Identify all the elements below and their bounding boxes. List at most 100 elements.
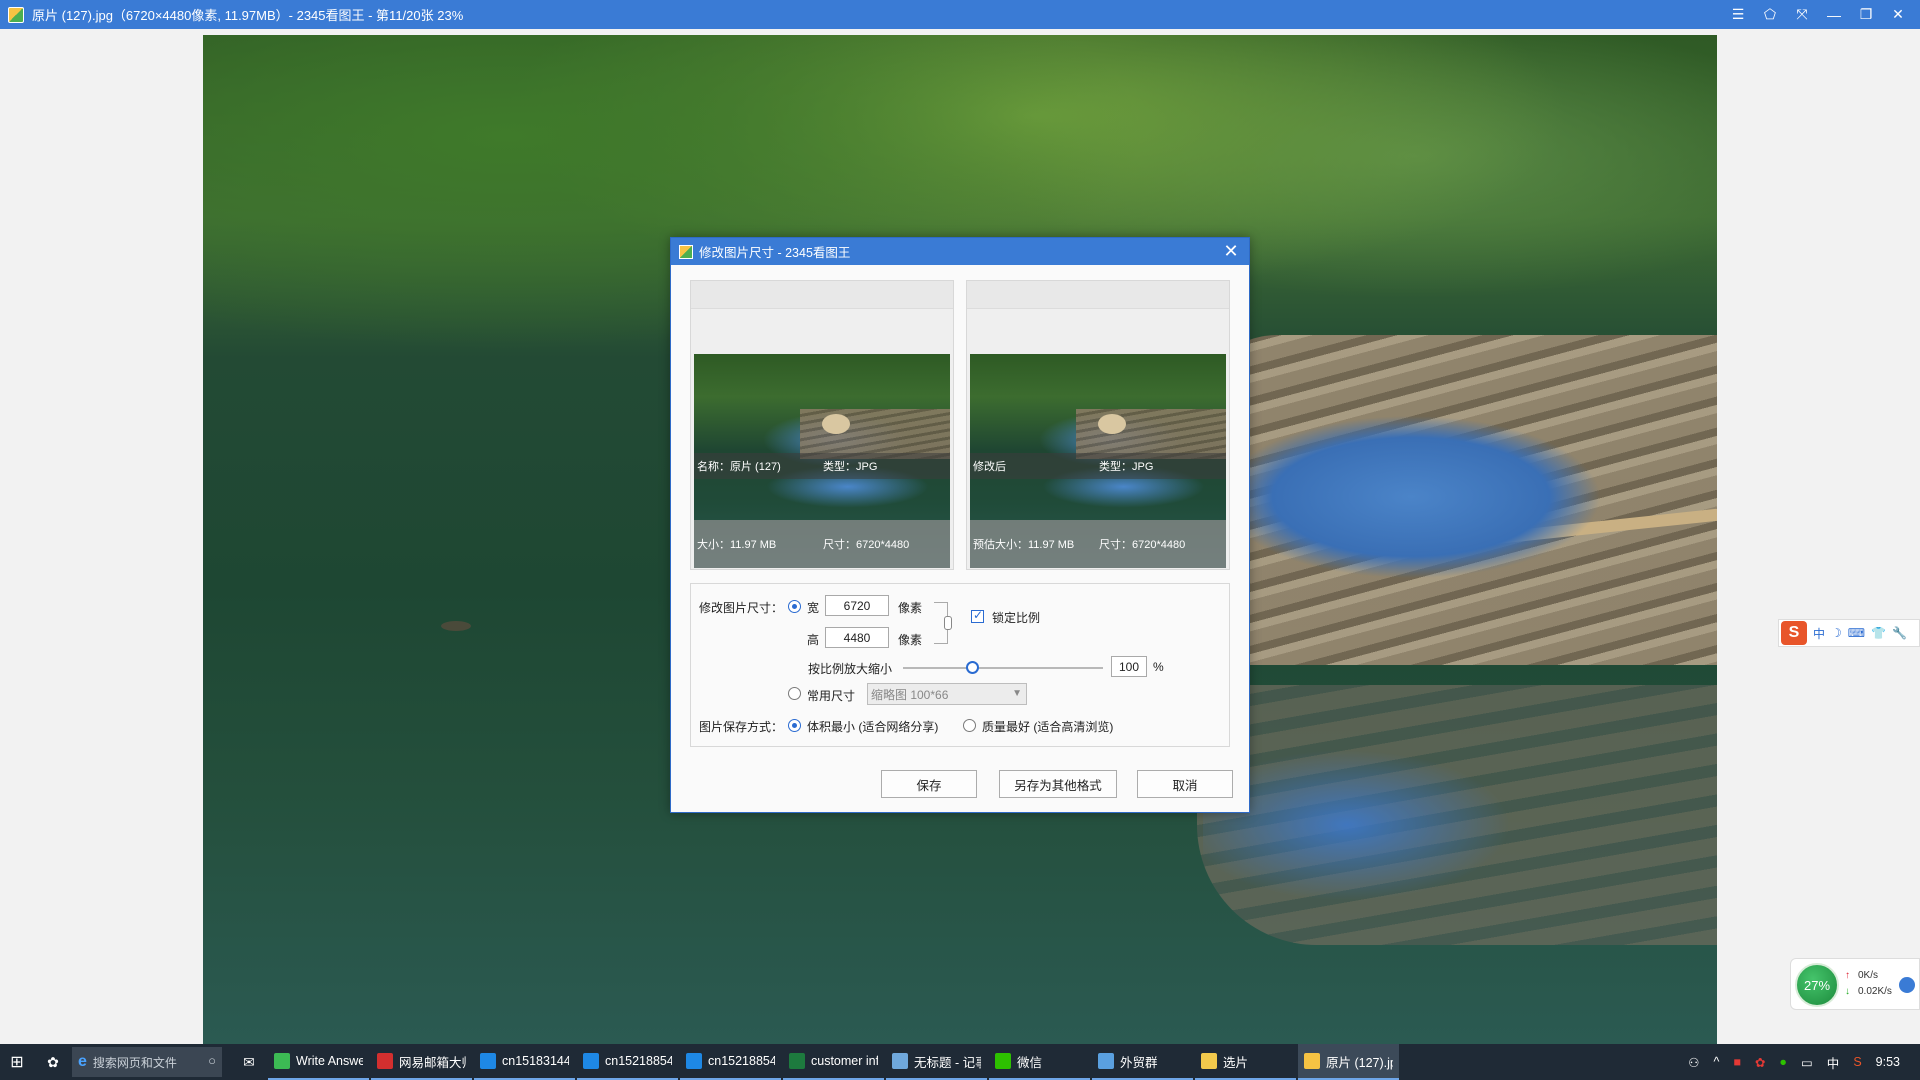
save-mode-quality-radio[interactable] (963, 719, 976, 732)
modified-info-bar: 修改后 类型：JPG (970, 453, 1226, 479)
taskbar: ⊞ ✿ e 搜索网页和文件 ○ ✉ Write Answer... 网易邮箱大师 c… (0, 1044, 1920, 1080)
resize-dialog: 修改图片尺寸 - 2345看图王 ✕ 名称：原片 (127) 类型：JPG 大小… (670, 237, 1250, 813)
speedup-icon[interactable] (1899, 977, 1915, 993)
mail-app-tray-icon[interactable]: ■ (1733, 1055, 1741, 1069)
clock[interactable]: 9:53 (1876, 1055, 1900, 1069)
app-icon (789, 1053, 805, 1069)
taskbar-apps: Write Answer... 网易邮箱大师 cn151831447... cn152… (268, 1044, 1401, 1080)
memory-usage-ball[interactable]: 27% (1795, 963, 1839, 1007)
fullscreen-icon[interactable]: ⤧ (1786, 0, 1818, 29)
network-monitor[interactable]: 27% ↑ 0K/s ↓ 0.02K/s (1790, 958, 1920, 1010)
lock-ratio-checkbox[interactable] (971, 608, 984, 623)
preview-header (967, 281, 1229, 309)
common-size-select[interactable]: 缩略图 100*66 ▼ (867, 683, 1027, 705)
moon-icon[interactable]: ☽ (1831, 626, 1842, 640)
original-name: 名称：原片 (127) (697, 461, 781, 473)
app-icon (583, 1053, 599, 1069)
taskbar-app[interactable]: Write Answer... (268, 1044, 369, 1080)
resize-by-pixels-radio[interactable] (788, 600, 801, 613)
ime-toolbar[interactable]: S 中 ☽ ⌨ 👕 🔧 (1778, 619, 1920, 647)
skin-icon[interactable]: ⬠ (1754, 0, 1786, 29)
taskbar-app[interactable]: 原片 (127).jpg... (1298, 1044, 1399, 1080)
app-icon (480, 1053, 496, 1069)
tray-expand-icon[interactable]: ^ (1714, 1055, 1720, 1069)
height-input[interactable]: 4480 (825, 627, 889, 648)
scale-label: 按比例放大缩小 (808, 662, 893, 676)
sogou-tray-icon[interactable]: S (1853, 1055, 1861, 1069)
skin-shirt-icon[interactable]: 👕 (1871, 626, 1886, 640)
taskbar-app[interactable]: 选片 (1195, 1044, 1296, 1080)
scale-unit: % (1153, 660, 1164, 674)
wrench-icon[interactable]: 🔧 (1892, 626, 1907, 640)
modified-size-bar: 预估大小：11.97 MB 尺寸：6720*4480 (970, 520, 1226, 568)
window-title: 原片 (127).jpg（6720×4480像素, 11.97MB）- 2345… (32, 8, 464, 23)
thumb-raft (800, 409, 950, 459)
minimize-icon[interactable]: — (1818, 0, 1850, 29)
network-icon[interactable]: ▭ (1801, 1055, 1813, 1070)
save-mode-label: 图片保存方式： (699, 720, 784, 734)
taskbar-app-label: cn151831447... (502, 1054, 569, 1068)
taskbar-app[interactable]: cn152188549... (680, 1044, 781, 1080)
app-icon (995, 1053, 1011, 1069)
taskbar-app-label: 微信 (1017, 1055, 1043, 1070)
tray-app-icon[interactable]: ✿ (1755, 1055, 1765, 1070)
sogou-logo-icon[interactable]: S (1781, 621, 1807, 645)
mail-icon[interactable]: ✉ (230, 1044, 268, 1080)
taskbar-app[interactable]: 网易邮箱大师 (371, 1044, 472, 1080)
ime-lang-tray[interactable]: 中 (1827, 1053, 1840, 1072)
chevron-down-icon: ▼ (1012, 688, 1022, 699)
scale-slider-knob[interactable] (966, 661, 979, 674)
download-speed-value: 0.02K/s (1858, 986, 1892, 997)
taskbar-app-label: 原片 (127).jpg... (1326, 1055, 1393, 1070)
title-bar: 原片 (127).jpg（6720×4480像素, 11.97MB）- 2345… (0, 0, 1920, 29)
photo-person (1243, 365, 1663, 605)
thumb-hat (822, 414, 850, 434)
upload-speed: ↑ 0K/s (1845, 970, 1878, 981)
taskbar-app[interactable]: 无标题 - 记事本 (886, 1044, 987, 1080)
scale-input[interactable]: 100 (1111, 656, 1147, 677)
original-preview: 名称：原片 (127) 类型：JPG 大小：11.97 MB 尺寸：6720*4… (690, 280, 954, 570)
taskbar-app-label: 网易邮箱大师 (399, 1055, 466, 1070)
keyboard-icon[interactable]: ⌨ (1848, 626, 1865, 640)
original-size: 大小：11.97 MB (697, 539, 777, 551)
save-button[interactable]: 保存 (881, 770, 977, 798)
link-icon[interactable] (944, 616, 952, 630)
ime-lang-icon[interactable]: 中 (1813, 625, 1825, 642)
preview-header (691, 281, 953, 309)
taskbar-app[interactable]: cn152188549... (577, 1044, 678, 1080)
scale-slider-track[interactable] (903, 667, 1103, 669)
modified-type: 类型：JPG (1099, 461, 1154, 473)
common-size-label: 常用尺寸 (807, 689, 856, 703)
task-view-icon[interactable]: ✿ (34, 1044, 72, 1080)
save-as-button[interactable]: 另存为其他格式 (999, 770, 1117, 798)
menu-icon[interactable]: ☰ (1722, 0, 1754, 29)
wechat-tray-icon[interactable]: ● (1779, 1055, 1787, 1069)
windows-start-icon[interactable]: ⊞ (0, 1044, 34, 1080)
app-icon (686, 1053, 702, 1069)
restore-icon[interactable]: ❐ (1850, 0, 1882, 29)
close-icon[interactable]: ✕ (1882, 0, 1914, 29)
dialog-close-icon[interactable]: ✕ (1219, 238, 1243, 265)
save-mode-small-radio[interactable] (788, 719, 801, 732)
taskbar-app-label: cn152188549... (708, 1054, 775, 1068)
common-size-radio[interactable] (788, 687, 801, 700)
people-icon[interactable]: ⚇ (1688, 1055, 1699, 1070)
save-mode-small-label: 体积最小 (适合网络分享) (807, 720, 939, 734)
width-input[interactable]: 6720 (825, 595, 889, 616)
width-unit: 像素 (898, 601, 923, 615)
taskbar-app[interactable]: cn151831447... (474, 1044, 575, 1080)
taskbar-app-label: customer info... (811, 1054, 878, 1068)
original-size-bar: 大小：11.97 MB 尺寸：6720*4480 (694, 520, 950, 568)
dialog-app-icon (679, 244, 693, 259)
taskbar-app-label: 选片 (1223, 1055, 1249, 1070)
modified-preview: 修改后 类型：JPG 预估大小：11.97 MB 尺寸：6720*4480 (966, 280, 1230, 570)
taskbar-app[interactable]: 微信 (989, 1044, 1090, 1080)
lock-ratio-label: 锁定比例 (992, 611, 1041, 625)
cancel-button[interactable]: 取消 (1137, 770, 1233, 798)
taskbar-app[interactable]: 外贸群 (1092, 1044, 1193, 1080)
taskbar-search[interactable]: e 搜索网页和文件 ○ (72, 1047, 222, 1077)
window-controls: ☰ ⬠ ⤧ — ❐ ✕ (1722, 0, 1914, 29)
height-unit: 像素 (898, 633, 923, 647)
taskbar-app[interactable]: customer info... (783, 1044, 884, 1080)
taskbar-app-label: 无标题 - 记事本 (914, 1055, 981, 1070)
